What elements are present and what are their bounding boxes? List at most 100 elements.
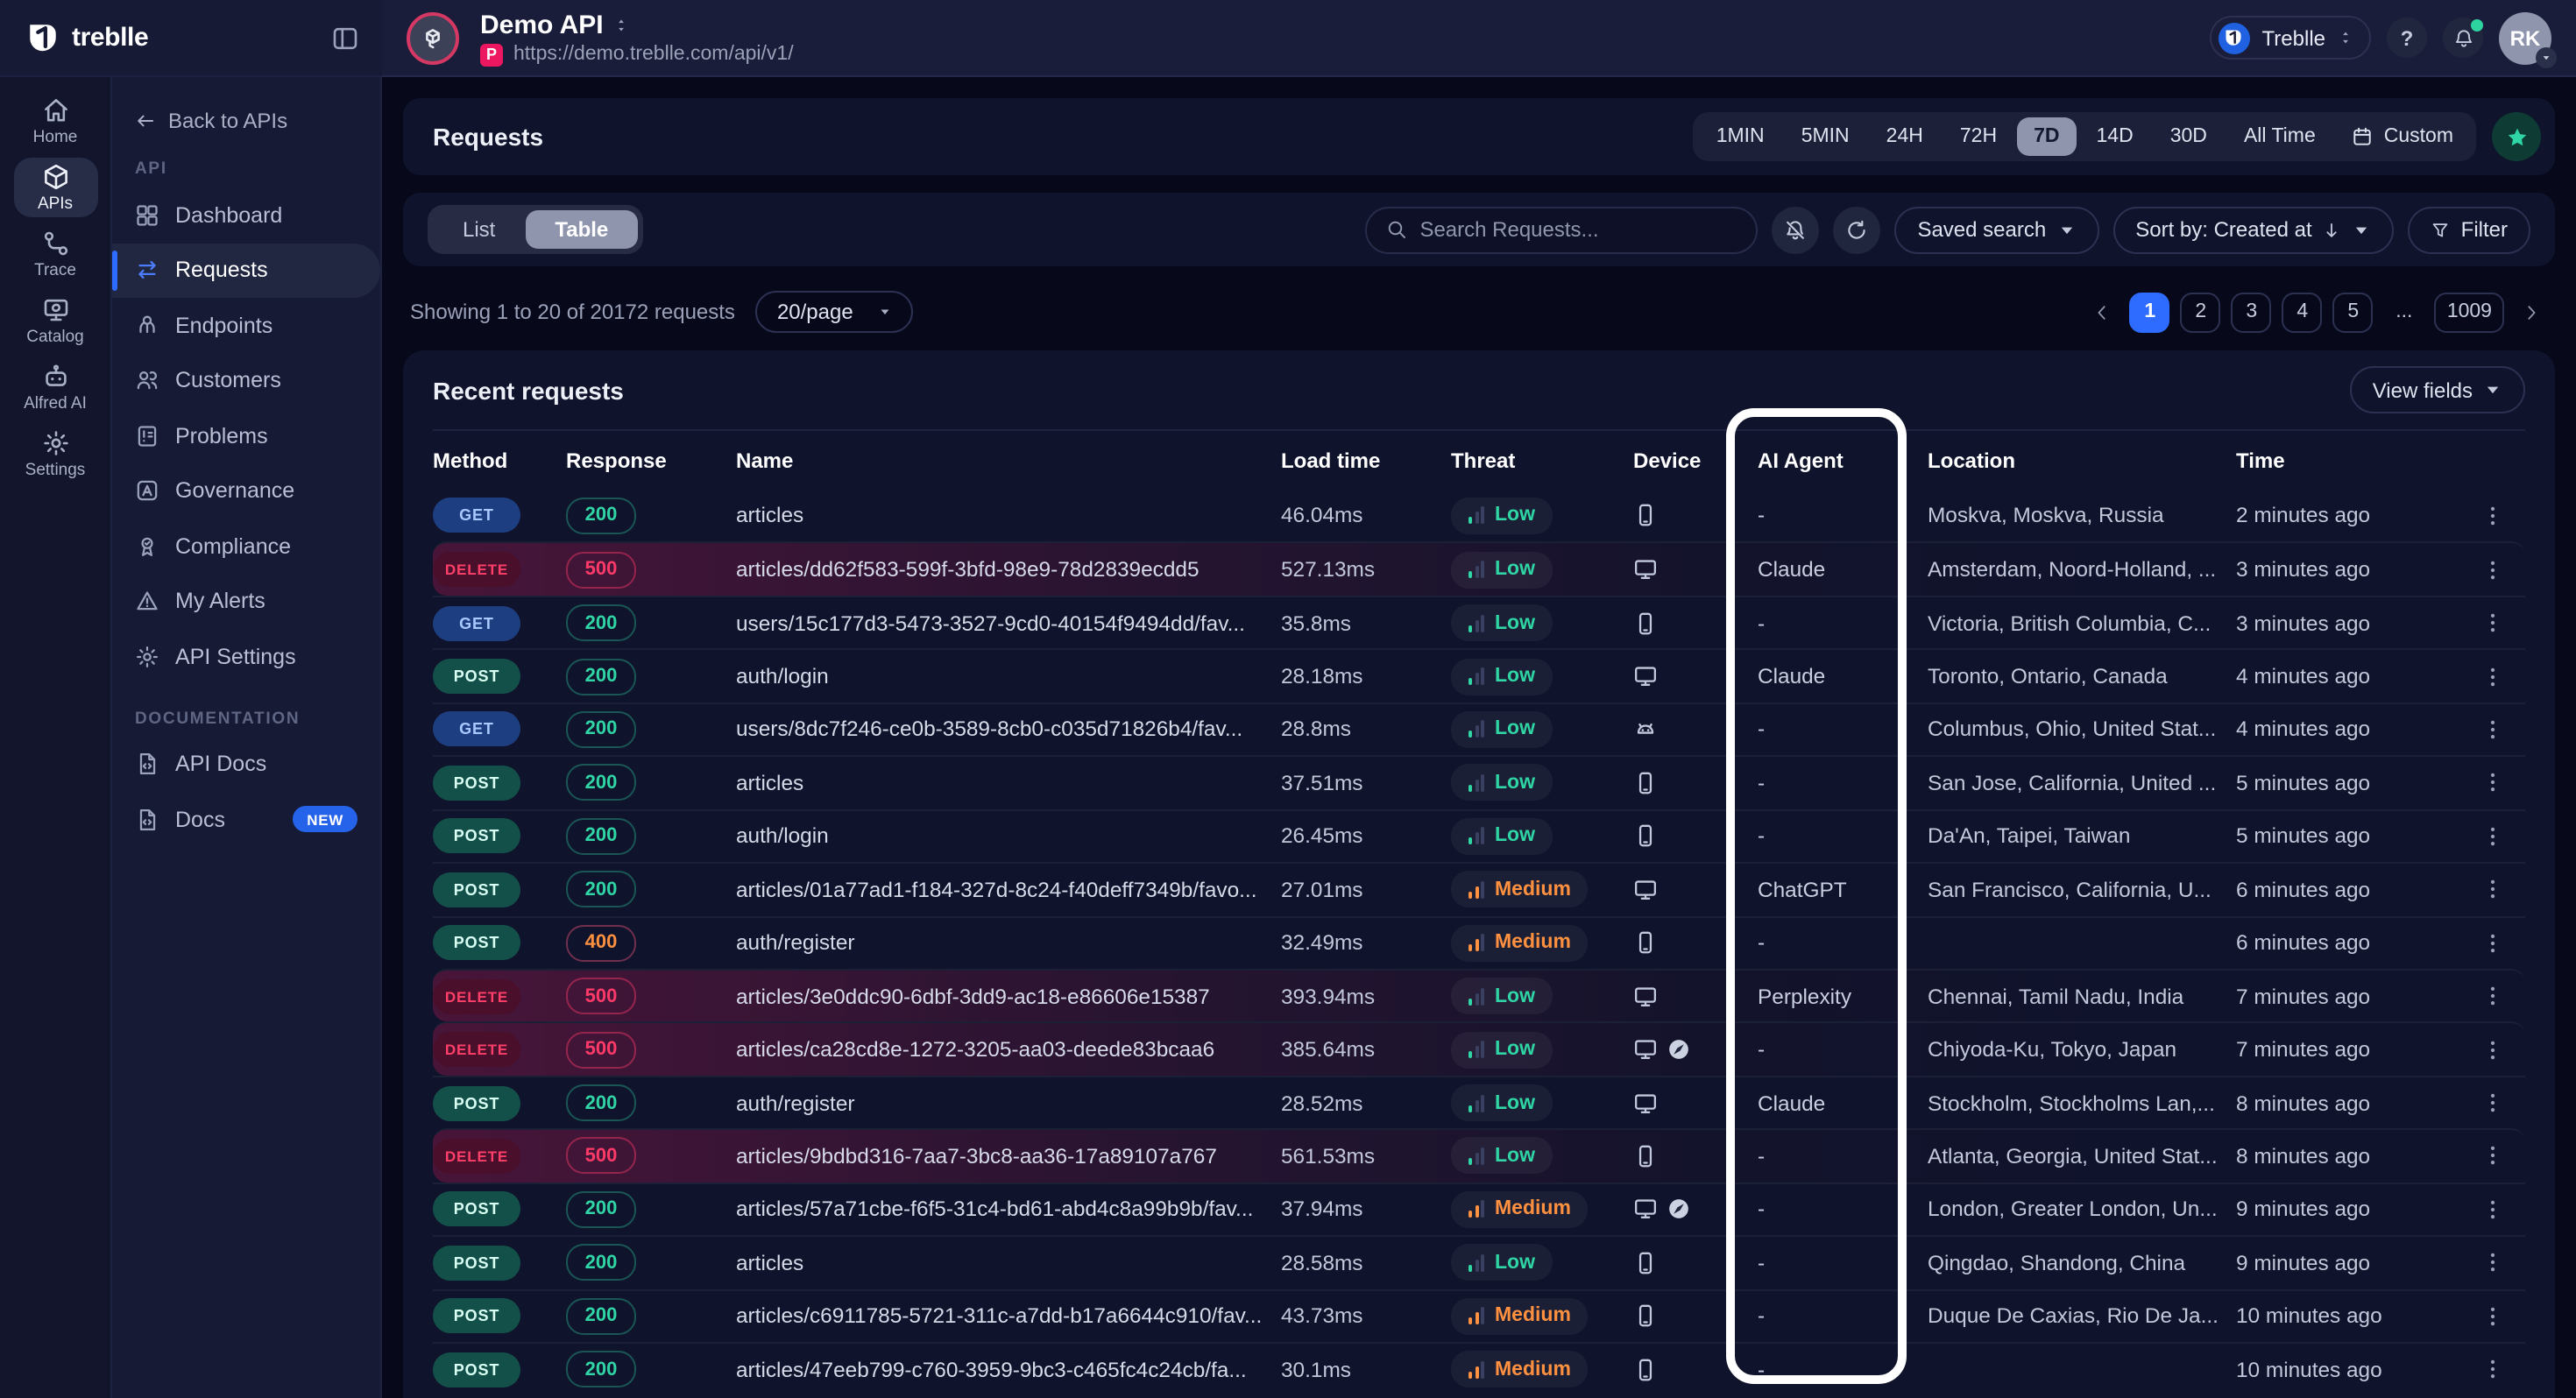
row-menu-icon[interactable]: [2481, 825, 2504, 848]
row-menu-icon[interactable]: [2481, 1252, 2504, 1274]
api-switcher-icon[interactable]: [614, 15, 630, 34]
table-row[interactable]: GET 200 users/15c177d3-5473-3527-9cd0-40…: [433, 596, 2525, 649]
row-menu-icon[interactable]: [2481, 1145, 2504, 1168]
back-to-apis-link[interactable]: Back to APIs: [112, 107, 380, 135]
table-row[interactable]: POST 200 auth/login 26.45ms Low - Da'An,…: [433, 808, 2525, 862]
sidebar-item-docs[interactable]: Docs NEW: [112, 792, 380, 847]
page-size-select[interactable]: 20/page: [756, 291, 913, 333]
page-button-5[interactable]: 5: [2333, 292, 2374, 332]
caret-down-icon: [2353, 220, 2372, 239]
table-row[interactable]: DELETE 500 articles/3e0ddc90-6dbf-3dd9-a…: [433, 969, 2525, 1022]
table-row[interactable]: POST 200 auth/login 28.18ms Low Claude T…: [433, 649, 2525, 703]
time-range-1min[interactable]: 1MIN: [1699, 117, 1782, 156]
sidebar-item-dashboard[interactable]: Dashboard: [112, 187, 380, 243]
api-name[interactable]: Demo API: [480, 10, 604, 39]
page-button-2[interactable]: 2: [2181, 292, 2221, 332]
row-menu-icon[interactable]: [2481, 1091, 2504, 1114]
treblle-logo[interactable]: treblle: [26, 21, 148, 54]
row-menu-icon[interactable]: [2481, 611, 2504, 634]
time-range-14d[interactable]: 14D: [2079, 117, 2151, 156]
column-header-time[interactable]: Time: [2236, 448, 2446, 472]
help-button[interactable]: ?: [2387, 18, 2427, 58]
table-row[interactable]: POST 400 auth/register 32.49ms Medium - …: [433, 915, 2525, 969]
view-fields-button[interactable]: View fields: [2350, 366, 2525, 413]
sidebar-item-compliance[interactable]: Compliance: [112, 519, 380, 574]
time-range-24h[interactable]: 24H: [1869, 117, 1941, 156]
page-button-1[interactable]: 1: [2130, 292, 2170, 332]
notifications-button[interactable]: [2443, 18, 2483, 58]
table-row[interactable]: POST 200 articles/01a77ad1-f184-327d-8c2…: [433, 862, 2525, 915]
sidebar-item-endpoints[interactable]: Endpoints: [112, 298, 380, 353]
search-input[interactable]: [1419, 217, 1737, 242]
time-range-5min[interactable]: 5MIN: [1784, 117, 1867, 156]
saved-search-button[interactable]: Saved search: [1894, 206, 2098, 253]
time-range-7d[interactable]: 7D: [2016, 117, 2077, 156]
rail-item-alfred-ai[interactable]: Alfred AI: [6, 357, 104, 417]
column-header-name[interactable]: Name: [736, 448, 1281, 472]
column-header-method[interactable]: Method: [433, 448, 566, 472]
rail-item-settings[interactable]: Settings: [6, 424, 104, 484]
view-toggle-table[interactable]: Table: [525, 210, 638, 249]
row-menu-icon[interactable]: [2481, 772, 2504, 794]
sidebar-item-api-docs[interactable]: API Docs: [112, 737, 380, 792]
table-row[interactable]: POST 200 articles/c6911785-5721-311c-a7d…: [433, 1289, 2525, 1342]
table-row[interactable]: GET 200 users/8dc7f246-ce0b-3589-8cb0-c0…: [433, 703, 2525, 756]
table-row[interactable]: DELETE 500 articles/ca28cd8e-1272-3205-a…: [433, 1022, 2525, 1076]
sidebar-item-my-alerts[interactable]: My Alerts: [112, 574, 380, 629]
view-toggle: ListTable: [428, 205, 643, 254]
mute-alerts-button[interactable]: [1772, 206, 1819, 253]
rail-item-catalog[interactable]: Catalog: [6, 291, 104, 350]
collapse-sidebar-icon[interactable]: [331, 24, 359, 52]
row-menu-icon[interactable]: [2481, 1358, 2504, 1380]
column-header-load-time[interactable]: Load time: [1281, 448, 1451, 472]
page-button-3[interactable]: 3: [2232, 292, 2272, 332]
sort-by-button[interactable]: Sort by: Created at: [2112, 206, 2394, 253]
time-range-all-time[interactable]: All Time: [2226, 117, 2333, 156]
next-page-icon[interactable]: [2522, 302, 2541, 321]
table-row[interactable]: DELETE 500 articles/9bdbd316-7aa7-3bc8-a…: [433, 1129, 2525, 1183]
rail-item-apis[interactable]: APIs: [13, 158, 97, 217]
time-range-72h[interactable]: 72H: [1943, 117, 2014, 156]
page-button-4[interactable]: 4: [2282, 292, 2323, 332]
column-header-threat[interactable]: Threat: [1451, 448, 1633, 472]
row-menu-icon[interactable]: [2481, 1305, 2504, 1328]
prev-page-icon[interactable]: [2093, 302, 2112, 321]
sidebar-item-customers[interactable]: Customers: [112, 353, 380, 408]
favorite-button[interactable]: [2492, 112, 2541, 161]
table-row[interactable]: POST 200 articles 37.51ms Low - San Jose…: [433, 755, 2525, 808]
search-box[interactable]: [1365, 206, 1758, 253]
row-menu-icon[interactable]: [2481, 1198, 2504, 1221]
sidebar-item-api-settings[interactable]: API Settings: [112, 629, 380, 684]
refresh-button[interactable]: [1833, 206, 1880, 253]
table-row[interactable]: GET 200 articles 46.04ms Low - Moskva, M…: [433, 489, 2525, 542]
sidebar-item-problems[interactable]: Problems: [112, 408, 380, 463]
row-menu-icon[interactable]: [2481, 665, 2504, 688]
workspace-switcher[interactable]: Treblle: [2210, 16, 2371, 60]
table-row[interactable]: POST 200 articles/47eeb799-c760-3959-9bc…: [433, 1342, 2525, 1395]
row-menu-icon[interactable]: [2481, 931, 2504, 954]
column-header-ai-agent[interactable]: AI Agent: [1758, 448, 1928, 472]
row-menu-icon[interactable]: [2481, 879, 2504, 901]
page-button-1009[interactable]: 1009: [2435, 292, 2504, 332]
time-range-30d[interactable]: 30D: [2153, 117, 2225, 156]
user-avatar[interactable]: RK: [2499, 11, 2551, 64]
rail-item-home[interactable]: Home: [6, 91, 104, 151]
row-menu-icon[interactable]: [2481, 1038, 2504, 1061]
column-header-location[interactable]: Location: [1928, 448, 2236, 472]
row-menu-icon[interactable]: [2481, 504, 2504, 526]
column-header-device[interactable]: Device: [1633, 448, 1758, 472]
row-menu-icon[interactable]: [2481, 985, 2504, 1007]
table-row[interactable]: DELETE 500 articles/dd62f583-599f-3bfd-9…: [433, 542, 2525, 596]
row-menu-icon[interactable]: [2481, 558, 2504, 581]
rail-item-trace[interactable]: Trace: [6, 224, 104, 284]
view-toggle-list[interactable]: List: [433, 210, 525, 249]
sidebar-item-governance[interactable]: Governance: [112, 463, 380, 519]
filter-button[interactable]: Filter: [2409, 206, 2530, 253]
sidebar-item-requests[interactable]: Requests: [112, 243, 380, 298]
table-row[interactable]: POST 200 articles/57a71cbe-f6f5-31c4-bd6…: [433, 1182, 2525, 1235]
time-range-custom[interactable]: Custom: [2335, 117, 2471, 156]
table-row[interactable]: POST 200 articles 28.58ms Low - Qingdao,…: [433, 1235, 2525, 1289]
row-menu-icon[interactable]: [2481, 718, 2504, 741]
column-header-response[interactable]: Response: [566, 448, 736, 472]
table-row[interactable]: POST 200 auth/register 28.52ms Low Claud…: [433, 1076, 2525, 1129]
